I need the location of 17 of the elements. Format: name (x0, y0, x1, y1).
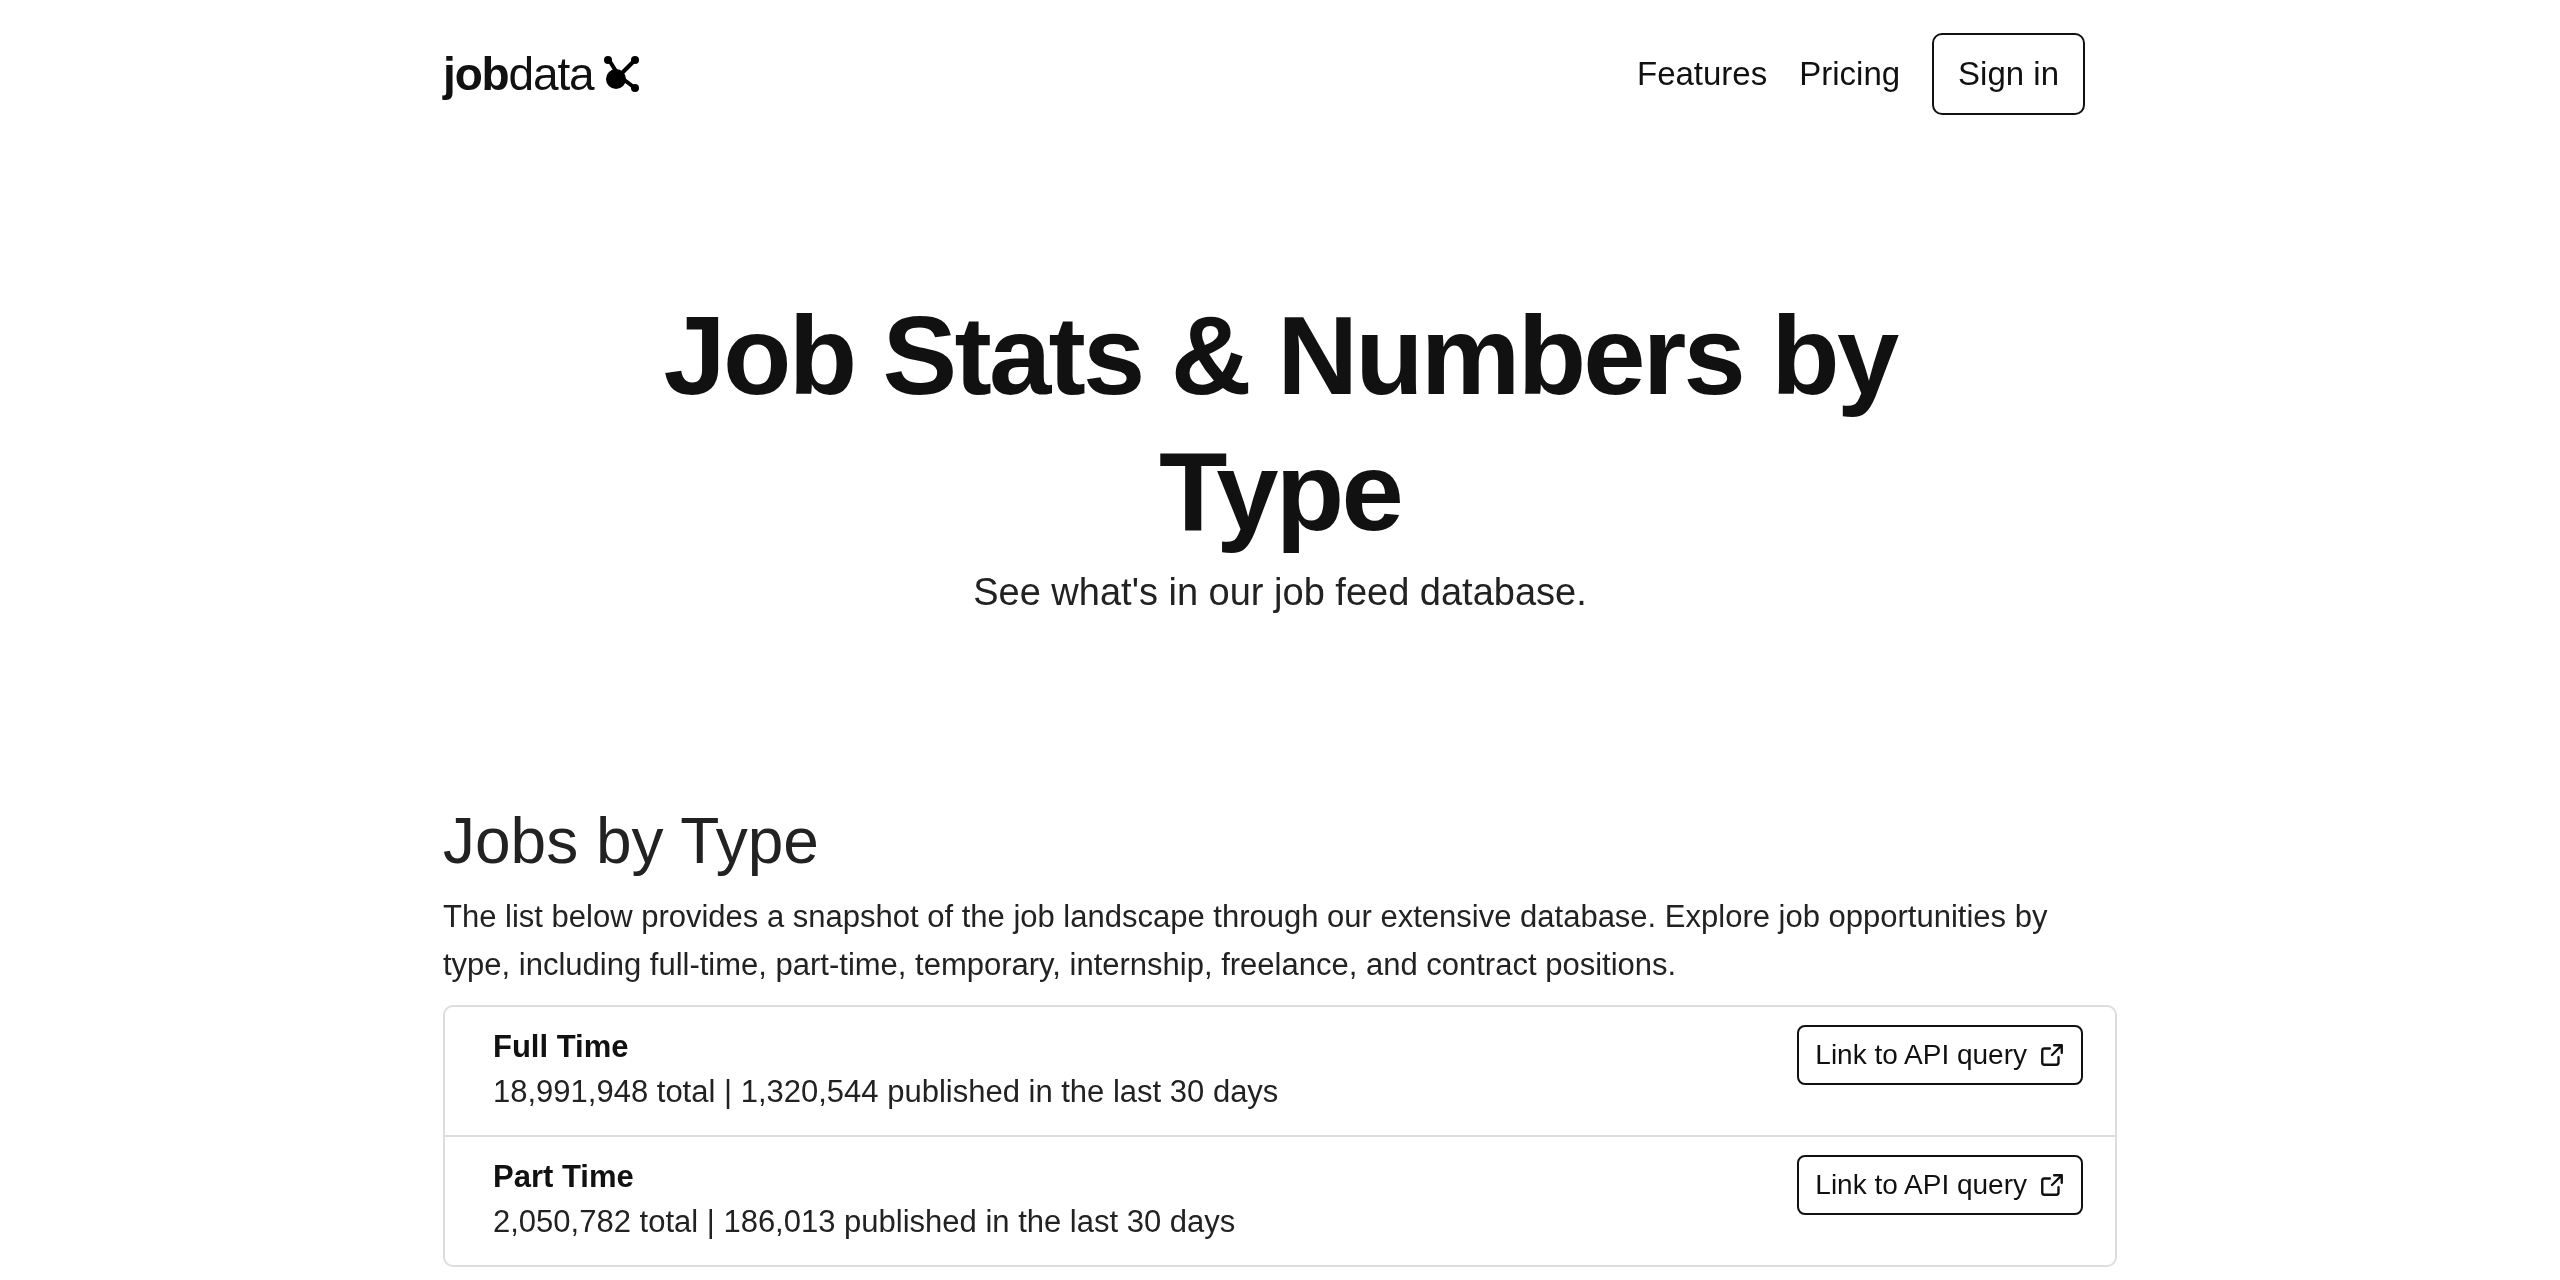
logo-text[interactable]: jobdata (443, 39, 594, 109)
job-type-stats: 2,050,782 total | 186,013 published in the last 30 days (493, 1203, 1236, 1241)
nav-link[interactable]: Pricing (1799, 49, 1901, 99)
external-link-icon (2039, 1042, 2065, 1068)
sign-in-button[interactable]: Sign in (1932, 33, 2085, 115)
external-link-icon (2039, 1172, 2065, 1198)
hero-title: Job Stats & Numbers by Type (662, 292, 1899, 556)
nav-link[interactable]: Features (1637, 49, 1768, 99)
hero-subtitle: See what's in our job feed database. (973, 570, 1587, 615)
section-description: The list below provides a snapshot of the job landscape through our extensive database. Explore job opportunities by type, including full-time, part-time, temporary, internship, freelance, and contract positions. (443, 898, 2049, 984)
job-type-name: Full Time (493, 1028, 630, 1066)
job-type-name: Part Time (493, 1158, 635, 1196)
logo-icon (601, 54, 642, 94)
api-query-link[interactable]: Link to API query (1797, 1155, 2083, 1215)
job-type-stats: 18,991,948 total | 1,320,544 published in the last 30 days (493, 1073, 1279, 1111)
api-query-link[interactable]: Link to API query (1797, 1025, 2083, 1085)
section-heading: Jobs by Type (443, 804, 820, 879)
